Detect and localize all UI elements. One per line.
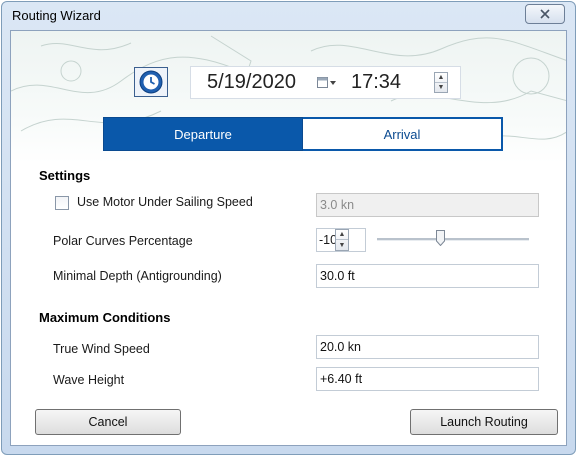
minimal-depth-field[interactable]: 30.0 ft: [316, 264, 539, 288]
launch-routing-button[interactable]: Launch Routing: [410, 409, 558, 435]
close-icon: [540, 9, 550, 19]
polar-slider-thumb[interactable]: [436, 230, 445, 246]
wave-height-label: Wave Height: [53, 373, 125, 387]
use-motor-label[interactable]: Use Motor Under Sailing Speed: [77, 195, 253, 209]
polar-down-arrow-icon[interactable]: ▼: [336, 240, 348, 250]
routing-wizard-window: Routing Wizard 5/19/2020 17:34 ▲ ▼ Depar…: [1, 1, 576, 455]
use-motor-checkbox[interactable]: [55, 196, 69, 210]
datetime-picker[interactable]: 5/19/2020 17:34 ▲ ▼: [190, 66, 461, 99]
dialog-content: 5/19/2020 17:34 ▲ ▼ Departure Arrival Se…: [10, 30, 567, 446]
time-spinner[interactable]: ▲ ▼: [434, 72, 448, 93]
true-wind-speed-field[interactable]: 20.0 kn: [316, 335, 539, 359]
minimal-depth-label: Minimal Depth (Antigrounding): [53, 269, 222, 283]
polar-up-arrow-icon[interactable]: ▲: [336, 230, 348, 240]
true-wind-speed-label: True Wind Speed: [53, 342, 150, 356]
clock-icon: [139, 70, 163, 94]
wave-height-field[interactable]: +6.40 ft: [316, 367, 539, 391]
maximum-conditions-heading: Maximum Conditions: [39, 310, 171, 325]
settings-heading: Settings: [39, 168, 91, 183]
motor-speed-field[interactable]: 3.0 kn: [316, 193, 539, 217]
tab-departure[interactable]: Departure: [103, 117, 303, 151]
calendar-dropdown-icon[interactable]: [317, 77, 337, 92]
title-bar[interactable]: Routing Wizard: [2, 2, 575, 30]
close-button[interactable]: [525, 4, 565, 24]
polar-slider-track[interactable]: [377, 238, 529, 241]
date-value[interactable]: 5/19/2020: [207, 71, 296, 94]
time-mode-button[interactable]: [134, 67, 168, 97]
polar-spinner[interactable]: ▲ ▼: [335, 229, 349, 251]
cancel-button[interactable]: Cancel: [35, 409, 181, 435]
time-value[interactable]: 17:34: [351, 71, 401, 94]
time-up-arrow-icon[interactable]: ▲: [435, 73, 447, 83]
polar-curves-label: Polar Curves Percentage: [53, 234, 193, 248]
window-title: Routing Wizard: [12, 8, 101, 23]
time-down-arrow-icon[interactable]: ▼: [435, 83, 447, 93]
tab-arrival[interactable]: Arrival: [303, 117, 503, 151]
